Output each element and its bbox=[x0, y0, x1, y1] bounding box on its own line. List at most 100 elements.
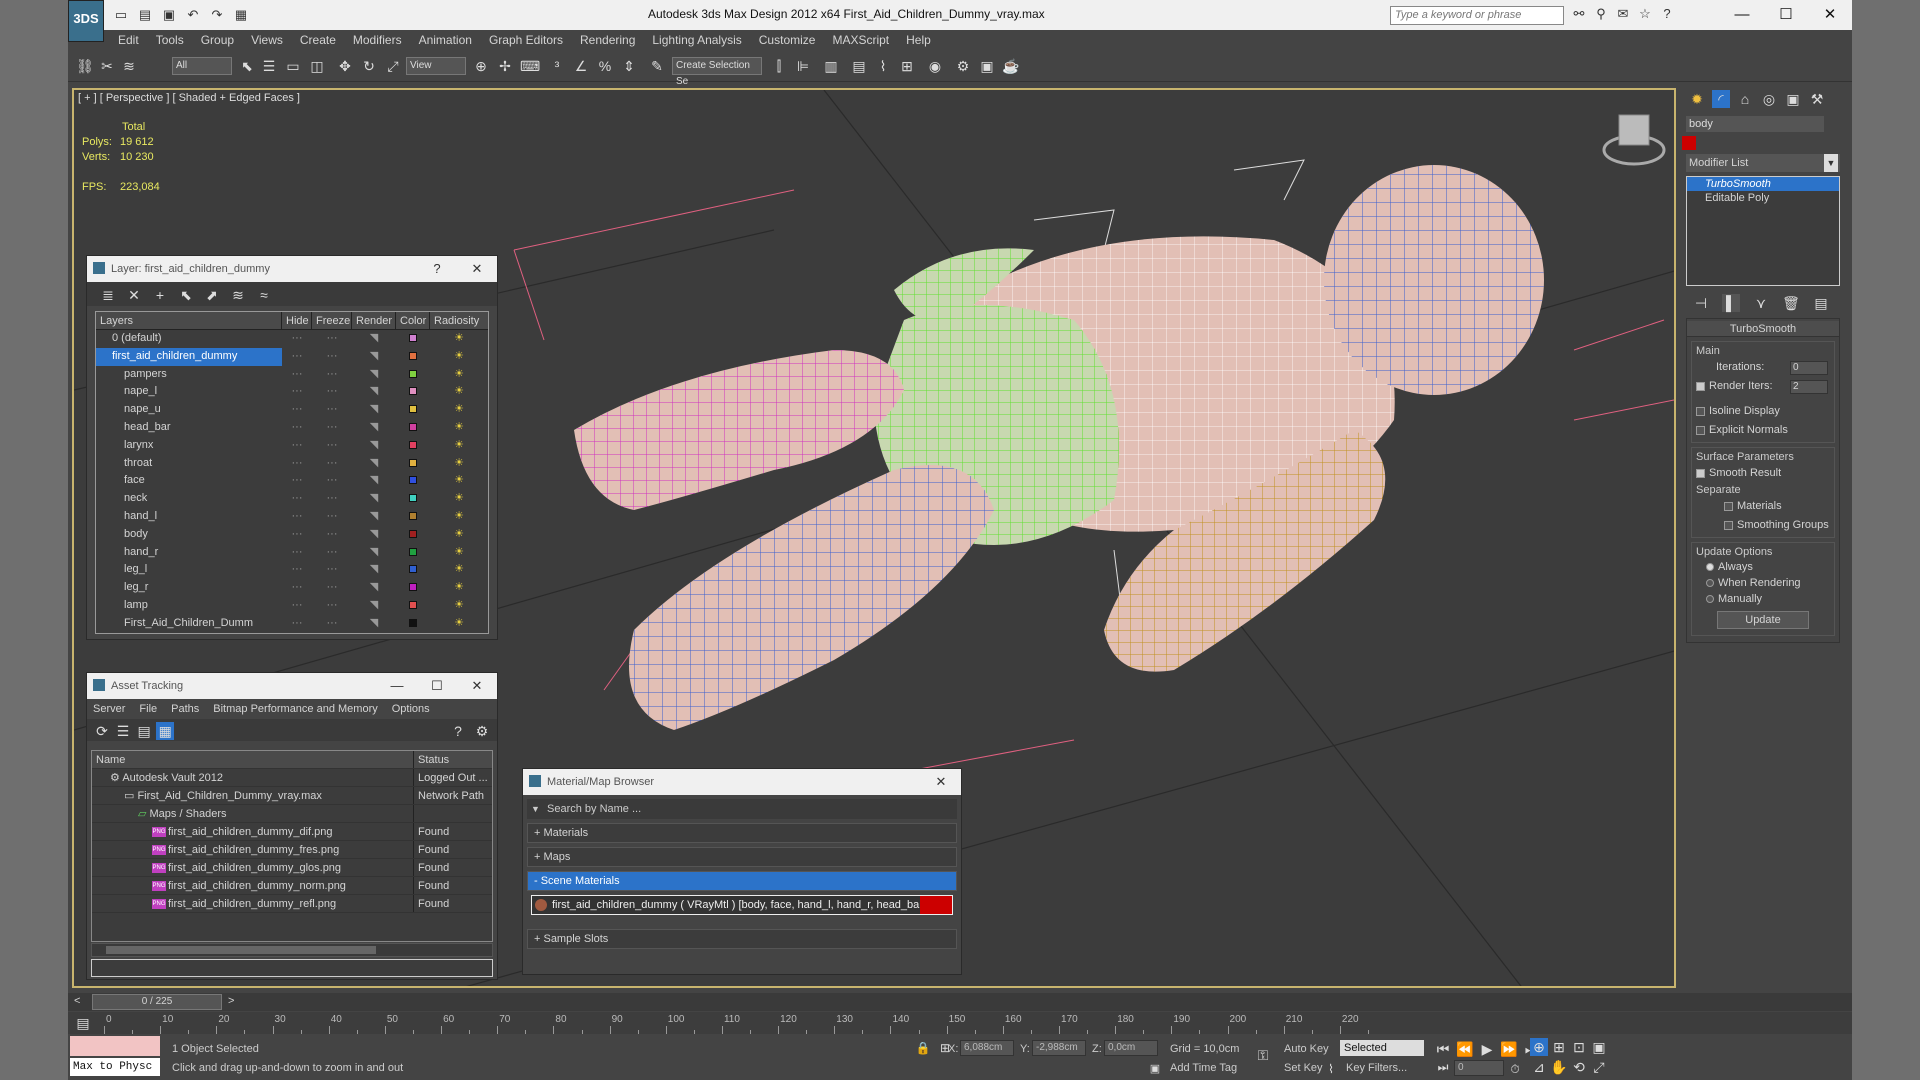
radiosity-icon[interactable]: ☀ bbox=[430, 455, 488, 473]
radiosity-icon[interactable]: ☀ bbox=[430, 401, 488, 419]
key-filters-button[interactable]: Key Filters... bbox=[1346, 1062, 1407, 1074]
minimize-icon[interactable]: — bbox=[1720, 0, 1764, 30]
layer-name[interactable]: hand_r bbox=[96, 544, 282, 562]
asset-menu-bitmap[interactable]: Bitmap Performance and Memory bbox=[213, 699, 377, 719]
modify-tab-icon[interactable]: ◜ bbox=[1712, 90, 1730, 108]
search-input[interactable]: Type a keyword or phrase bbox=[1390, 6, 1564, 25]
layer-row[interactable]: larynx ··· ··· ◥ ☀ bbox=[96, 437, 488, 455]
curve-editor-icon[interactable]: ⌇ bbox=[874, 57, 892, 75]
layer-name[interactable]: leg_l bbox=[96, 561, 282, 579]
layer-render-toggle[interactable]: ◥ bbox=[352, 544, 396, 562]
play-icon[interactable]: ▶ bbox=[1478, 1040, 1496, 1058]
layer-row[interactable]: face ··· ··· ◥ ☀ bbox=[96, 472, 488, 490]
layer-hide-toggle[interactable]: ··· bbox=[282, 383, 312, 401]
display-tab-icon[interactable]: ▣ bbox=[1784, 90, 1802, 108]
col-hide[interactable]: Hide bbox=[282, 312, 312, 329]
layer-render-toggle[interactable]: ◥ bbox=[352, 455, 396, 473]
layer-color-swatch[interactable] bbox=[409, 529, 417, 538]
asset-row[interactable]: PNG first_aid_children_dummy_fres.png Foun… bbox=[92, 841, 492, 859]
next-frame-icon[interactable]: ⏩ bbox=[1500, 1040, 1518, 1058]
keyboard-shortcut-icon[interactable]: ⌨ bbox=[520, 57, 540, 75]
delete-layer-icon[interactable]: ✕ bbox=[125, 286, 143, 304]
asset-row[interactable]: ▱ Maps / Shaders bbox=[92, 805, 492, 823]
layer-render-toggle[interactable]: ◥ bbox=[352, 419, 396, 437]
render-iters-checkbox[interactable] bbox=[1696, 381, 1705, 391]
layer-freeze-toggle[interactable]: ··· bbox=[312, 383, 352, 401]
menu-maxscript[interactable]: MAXScript bbox=[832, 30, 889, 50]
help-icon[interactable]: ? bbox=[417, 256, 457, 282]
layer-row[interactable]: body ··· ··· ◥ ☀ bbox=[96, 526, 488, 544]
frame-ruler[interactable]: 0 10 20 30 40 50 60 70 80 90 100 110 120 130 140 150 160… bbox=[104, 1012, 1369, 1034]
layer-color-cell[interactable] bbox=[396, 579, 430, 597]
layer-color-cell[interactable] bbox=[396, 526, 430, 544]
layer-color-swatch[interactable] bbox=[409, 334, 417, 343]
col-freeze[interactable]: Freeze bbox=[312, 312, 352, 329]
orbit-icon[interactable]: ⟲ bbox=[1570, 1058, 1588, 1076]
angle-snap-icon[interactable]: ∠ bbox=[572, 57, 590, 75]
communication-icon[interactable]: ✉ bbox=[1614, 5, 1632, 23]
help-icon[interactable]: ? bbox=[449, 722, 467, 740]
undo-icon[interactable]: ↶ bbox=[184, 6, 202, 24]
spinner-snap-icon[interactable]: ⇕ bbox=[620, 57, 638, 75]
selection-filter-dropdown[interactable]: All bbox=[172, 57, 232, 75]
key-icon[interactable]: ⚿ bbox=[1254, 1046, 1272, 1064]
layer-name[interactable]: head_bar bbox=[96, 419, 282, 437]
layer-freeze-toggle[interactable]: ··· bbox=[312, 508, 352, 526]
col-render[interactable]: Render bbox=[352, 312, 396, 329]
bind-space-warp-icon[interactable]: ≋ bbox=[120, 57, 138, 75]
layer-row[interactable]: hand_l ··· ··· ◥ ☀ bbox=[96, 508, 488, 526]
link-icon[interactable]: ⛓ bbox=[76, 57, 94, 75]
asset-row[interactable]: PNG first_aid_children_dummy_dif.png Found bbox=[92, 823, 492, 841]
material-editor-icon[interactable]: ◉ bbox=[926, 57, 944, 75]
maxscript-output[interactable] bbox=[70, 1036, 160, 1056]
layer-render-toggle[interactable]: ◥ bbox=[352, 472, 396, 490]
layer-hide-toggle[interactable]: ··· bbox=[282, 615, 312, 633]
menu-lighting-analysis[interactable]: Lighting Analysis bbox=[652, 30, 741, 50]
previous-frame-icon[interactable]: ⏪ bbox=[1456, 1040, 1474, 1058]
layer-render-toggle[interactable]: ◥ bbox=[352, 526, 396, 544]
layer-color-swatch[interactable] bbox=[409, 405, 417, 414]
col-radiosity[interactable]: Radiosity bbox=[430, 312, 488, 329]
layer-freeze-toggle[interactable]: ··· bbox=[312, 419, 352, 437]
layer-color-swatch[interactable] bbox=[409, 440, 417, 449]
percent-snap-icon[interactable]: % bbox=[596, 57, 614, 75]
tree-view-icon[interactable]: ▤ bbox=[135, 722, 153, 740]
motion-tab-icon[interactable]: ◎ bbox=[1760, 90, 1778, 108]
layer-color-cell[interactable] bbox=[396, 366, 430, 384]
selection-lock-icon[interactable]: 🔒 bbox=[914, 1039, 932, 1057]
layer-color-cell[interactable] bbox=[396, 383, 430, 401]
key-mode-dropdown[interactable]: Selected bbox=[1340, 1040, 1424, 1056]
layer-color-swatch[interactable] bbox=[409, 601, 417, 610]
subscription-icon[interactable]: ⚲ bbox=[1592, 5, 1610, 23]
asset-row[interactable]: PNG first_aid_children_dummy_refl.png Foun… bbox=[92, 895, 492, 913]
layer-color-cell[interactable] bbox=[396, 561, 430, 579]
layer-color-cell[interactable] bbox=[396, 615, 430, 633]
col-layers[interactable]: Layers bbox=[96, 312, 282, 329]
current-frame-field[interactable]: 0 bbox=[1454, 1060, 1504, 1076]
time-slider[interactable]: < 0 / 225 > bbox=[68, 993, 1852, 1011]
layer-render-toggle[interactable]: ◥ bbox=[352, 508, 396, 526]
hide-all-layers-icon[interactable]: ≋ bbox=[229, 286, 247, 304]
explicit-normals-checkbox[interactable] bbox=[1696, 425, 1705, 435]
zoom-extents-all-icon[interactable]: ▣ bbox=[1590, 1038, 1608, 1056]
asset-row[interactable]: ⚙ Autodesk Vault 2012 Logged Out ... bbox=[92, 769, 492, 787]
layer-render-toggle[interactable]: ◥ bbox=[352, 348, 396, 366]
close-icon[interactable]: ✕ bbox=[457, 256, 497, 282]
layer-row[interactable]: first_aid_children_dummy ··· ··· ◥ ☀ bbox=[96, 347, 488, 366]
layer-color-swatch[interactable] bbox=[409, 565, 417, 574]
render-setup-icon[interactable]: ⚙ bbox=[954, 57, 972, 75]
layer-name[interactable]: 0 (default) bbox=[96, 330, 282, 348]
layer-freeze-toggle[interactable]: ··· bbox=[312, 544, 352, 562]
favorites-star-icon[interactable]: ☆ bbox=[1636, 5, 1654, 23]
layer-name[interactable]: neck bbox=[96, 490, 282, 508]
radiosity-icon[interactable]: ☀ bbox=[430, 348, 488, 366]
layer-render-toggle[interactable]: ◥ bbox=[352, 437, 396, 455]
layer-color-cell[interactable] bbox=[396, 544, 430, 562]
named-selection-dropdown[interactable]: Create Selection Se bbox=[672, 57, 762, 87]
layer-render-toggle[interactable]: ◥ bbox=[352, 383, 396, 401]
refresh-icon[interactable]: ⟳ bbox=[93, 722, 111, 740]
close-icon[interactable]: ✕ bbox=[457, 673, 497, 699]
update-when-rendering-radio[interactable] bbox=[1706, 579, 1714, 588]
radiosity-icon[interactable]: ☀ bbox=[430, 597, 488, 615]
time-tag-icon[interactable]: ▣ bbox=[1146, 1060, 1164, 1078]
